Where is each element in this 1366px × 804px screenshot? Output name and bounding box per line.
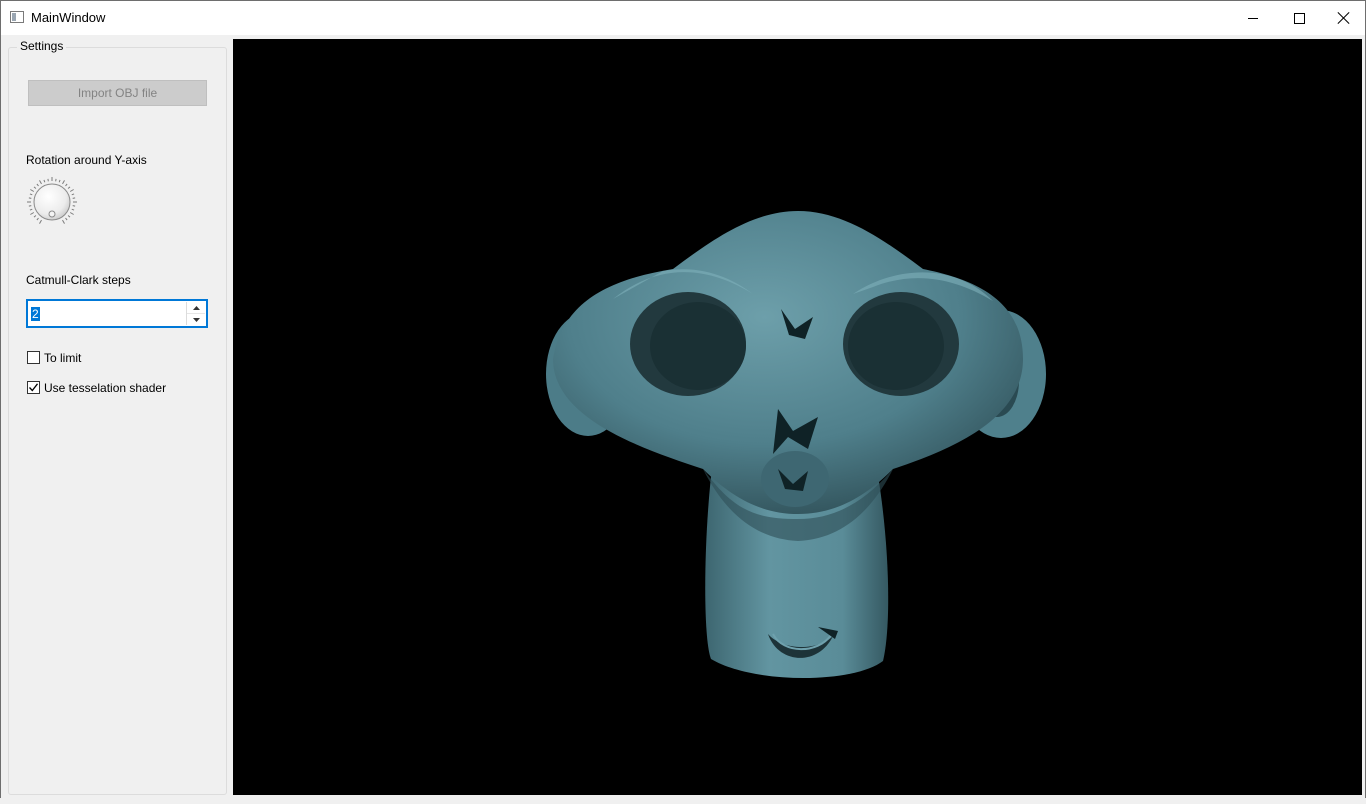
window-title: MainWindow — [31, 10, 106, 25]
window-app-icon — [10, 11, 24, 23]
dial-tick — [62, 219, 65, 224]
spin-down-button[interactable] — [187, 314, 205, 325]
dial-tick — [67, 186, 71, 189]
dial-tick — [69, 189, 74, 192]
window-bottom-border — [0, 798, 1366, 804]
to-limit-checkbox[interactable] — [27, 351, 40, 364]
chevron-down-icon — [192, 317, 200, 322]
tessellation-label: Use tesselation shader — [44, 381, 167, 395]
opengl-viewport[interactable] — [233, 39, 1362, 795]
dial-tick — [71, 193, 75, 196]
dial-tick — [65, 217, 68, 221]
settings-group-title: Settings — [17, 39, 67, 53]
dial-tick — [30, 189, 35, 192]
rotation-dial[interactable] — [26, 176, 78, 228]
dial-tick — [36, 217, 39, 221]
import-obj-button[interactable]: Import OBJ file — [28, 80, 207, 106]
dial-tick — [29, 193, 33, 196]
dial-tick — [33, 215, 37, 218]
rotation-label: Rotation around Y-axis — [26, 153, 147, 167]
title-bar[interactable]: MainWindow — [1, 1, 1365, 35]
catmull-clark-value[interactable]: 2 — [31, 307, 40, 321]
to-limit-label: To limit — [44, 351, 82, 365]
dial-tick — [58, 179, 61, 183]
minimize-icon — [1248, 17, 1258, 19]
tessellation-checkbox[interactable] — [27, 381, 40, 394]
maximize-icon — [1293, 12, 1305, 24]
dial-tick — [43, 179, 46, 183]
dial-tick — [65, 183, 68, 187]
minimize-button[interactable] — [1230, 1, 1276, 35]
dial-tick — [67, 215, 71, 218]
dial-tick — [29, 208, 33, 211]
checkmark-icon — [29, 383, 39, 392]
dial-tick — [30, 212, 35, 215]
dial-tick — [36, 183, 39, 187]
dial-tick — [71, 208, 75, 211]
dial-tick — [39, 180, 42, 185]
spin-buttons — [186, 302, 205, 325]
dial-tick — [39, 219, 42, 224]
spin-up-button[interactable] — [187, 302, 205, 314]
maximize-button[interactable] — [1276, 1, 1322, 35]
dial-graphic — [27, 177, 77, 224]
close-button[interactable] — [1321, 1, 1366, 35]
close-icon — [1338, 12, 1350, 24]
catmull-clark-spinbox[interactable]: 2 — [26, 299, 208, 328]
monkey-model — [546, 211, 1046, 679]
chevron-up-icon — [192, 305, 200, 310]
dial-tick — [62, 180, 65, 185]
dial-tick — [69, 212, 74, 215]
dial-tick — [33, 186, 37, 189]
catmull-clark-label: Catmull-Clark steps — [26, 273, 131, 287]
